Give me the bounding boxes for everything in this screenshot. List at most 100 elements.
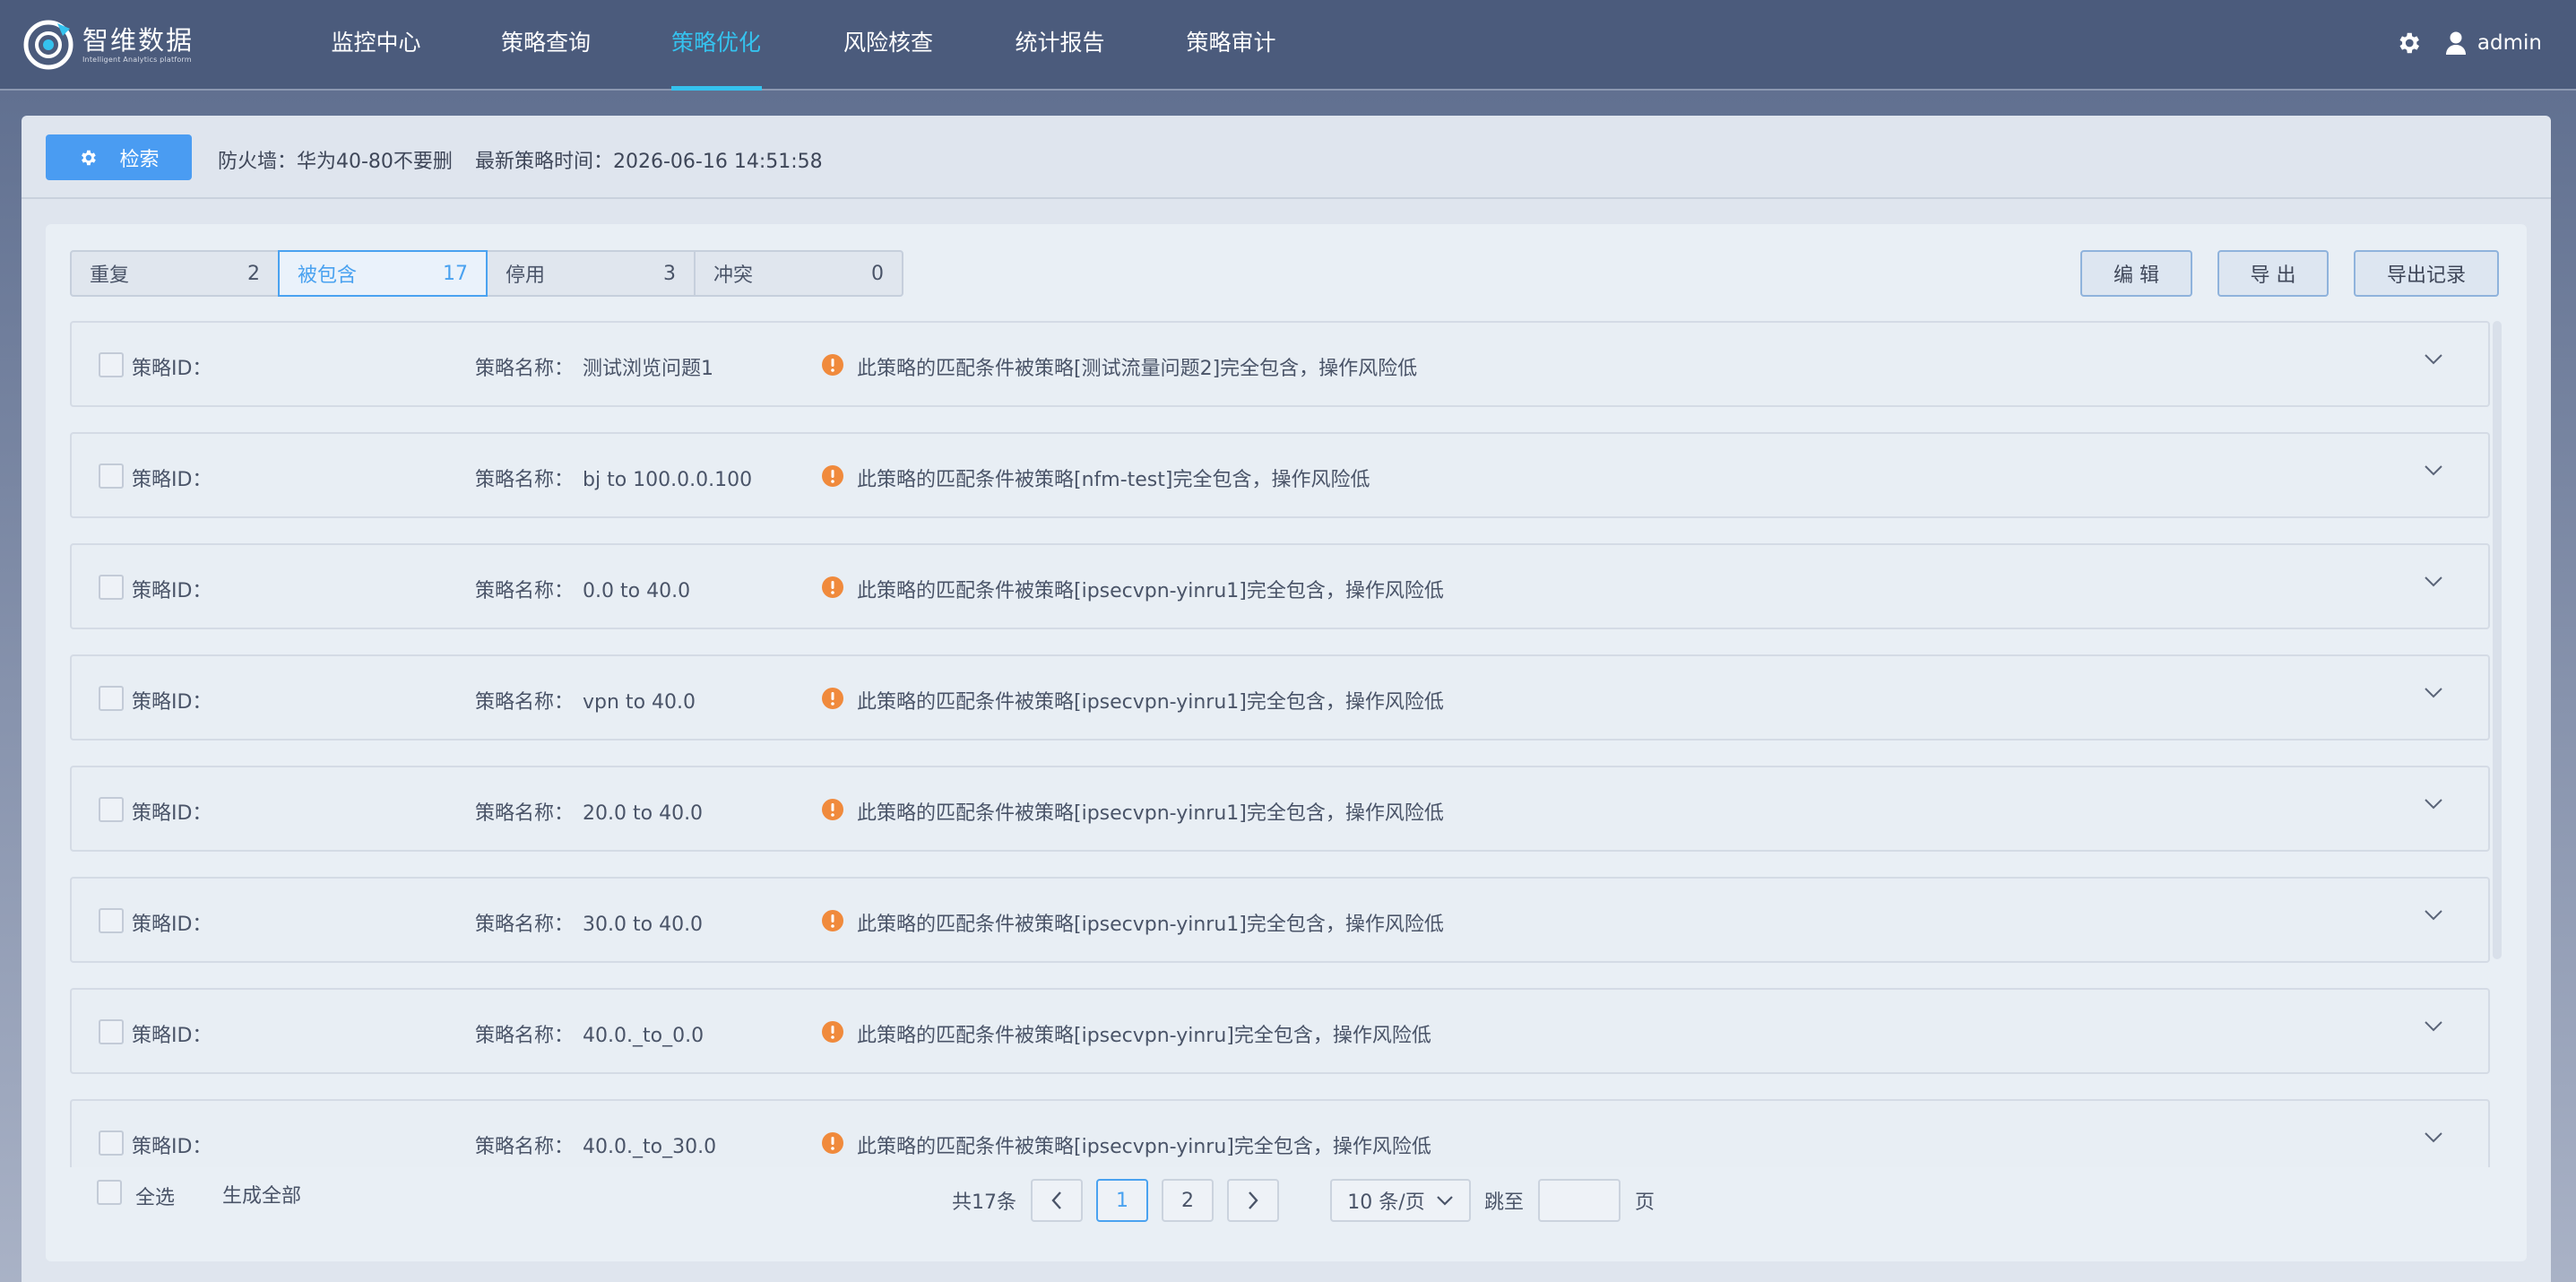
warning-icon — [822, 1021, 843, 1043]
prev-page-button[interactable] — [1031, 1179, 1083, 1222]
select-all-label[interactable]: 全选 — [135, 1182, 175, 1210]
chevron-down-icon[interactable] — [2424, 909, 2443, 922]
export-log-button[interactable]: 导出记录 — [2354, 250, 2499, 297]
nav-statistics-report[interactable]: 统计报告 — [1006, 0, 1114, 90]
page-size-select[interactable]: 10 条/页 — [1330, 1179, 1471, 1222]
policy-row[interactable]: 策略ID： 策略名称： vpn to 40.0 此策略的匹配条件被策略[ipsecvp… — [70, 654, 2490, 741]
policy-name-field: 策略名称： 0.0 to 40.0 — [475, 575, 690, 603]
row-checkbox[interactable] — [99, 1130, 124, 1156]
row-checkbox[interactable] — [99, 463, 124, 489]
policy-row[interactable]: 策略ID： 策略名称： 0.0 to 40.0 此策略的匹配条件被策略[ipsecvp… — [70, 543, 2490, 629]
page-1-button[interactable]: 1 — [1096, 1179, 1148, 1222]
nav-policy-optimization[interactable]: 策略优化 — [661, 0, 771, 90]
row-checkbox[interactable] — [99, 686, 124, 711]
tab-contained[interactable]: 被包含 17 — [278, 250, 488, 297]
page-size-value: 10 条/页 — [1347, 1191, 1425, 1214]
tab-count: 17 — [443, 262, 468, 285]
chevron-down-icon[interactable] — [2424, 576, 2443, 588]
policy-risk-message: 此策略的匹配条件被策略[测试流量问题2]完全包含，操作风险低 — [857, 358, 1418, 380]
result-card: 重复 2 被包含 17 停用 3 冲突 0 编 辑 导 出 导出记录 策略ID：… — [46, 224, 2527, 1261]
warning-icon — [822, 910, 843, 931]
policy-row[interactable]: 策略ID： 策略名称： 20.0 to 40.0 此策略的匹配条件被策略[ipsecv… — [70, 766, 2490, 852]
policy-id-label: 策略ID： — [132, 469, 212, 491]
policy-list: 策略ID： 策略名称： 测试浏览问题1 此策略的匹配条件被策略[测试流量问题2]完全包… — [70, 321, 2492, 1167]
policy-row[interactable]: 策略ID： 策略名称： bj to 100.0.0.100 此策略的匹配条件被策略[n… — [70, 432, 2490, 518]
row-checkbox[interactable] — [99, 352, 124, 377]
user-icon[interactable] — [2445, 30, 2467, 56]
policy-toolbar: 检索 防火墙：华为40-80不要删 最新策略时间：2026-06-16 14:5… — [22, 116, 2551, 199]
chevron-down-icon[interactable] — [2424, 1131, 2443, 1144]
tab-duplicate[interactable]: 重复 2 — [70, 250, 280, 297]
policy-name-value: bj to 100.0.0.100 — [583, 469, 753, 491]
policy-row[interactable]: 策略ID： 策略名称： 30.0 to 40.0 此策略的匹配条件被策略[ipsecv… — [70, 877, 2490, 963]
firewall-label: 防火墙：华为40-80不要删 — [218, 151, 453, 173]
chevron-down-icon[interactable] — [2424, 464, 2443, 477]
nav-risk-check[interactable]: 风险核查 — [834, 0, 942, 90]
policy-name-value: 40.0._to_30.0 — [583, 1136, 717, 1158]
policy-name-field: 策略名称： bj to 100.0.0.100 — [475, 463, 752, 492]
row-checkbox[interactable] — [99, 797, 124, 822]
nav-policy-query[interactable]: 策略查询 — [492, 0, 600, 90]
warning-icon — [822, 465, 843, 487]
policy-row[interactable]: 策略ID： 策略名称： 测试浏览问题1 此策略的匹配条件被策略[测试流量问题2]完全包… — [70, 321, 2490, 407]
top-navigation-bar: 智维数据 Intelligent Analytics platform 监控中心… — [0, 0, 2576, 91]
policy-name-label: 策略名称： — [475, 914, 575, 936]
select-all-checkbox[interactable] — [97, 1180, 122, 1205]
page-2-button[interactable]: 2 — [1162, 1179, 1214, 1222]
nav-policy-audit[interactable]: 策略审计 — [1177, 0, 1285, 90]
policy-name-value: 20.0 to 40.0 — [583, 802, 704, 825]
generate-all-button[interactable]: 生成全部 — [222, 1180, 301, 1208]
chevron-down-icon[interactable] — [2424, 798, 2443, 810]
policy-row[interactable]: 策略ID： 策略名称： 40.0._to_30.0 此策略的匹配条件被策略[ipsec… — [70, 1099, 2490, 1167]
search-button[interactable]: 检索 — [46, 134, 192, 180]
chevron-down-icon[interactable] — [2424, 687, 2443, 699]
tab-disabled[interactable]: 停用 3 — [486, 250, 696, 297]
tab-conflict[interactable]: 冲突 0 — [694, 250, 903, 297]
policy-name-value: 30.0 to 40.0 — [583, 914, 704, 936]
tab-label: 被包含 — [298, 264, 358, 287]
nav-active-indicator — [671, 86, 762, 91]
policy-name-field: 策略名称： 30.0 to 40.0 — [475, 908, 703, 937]
search-button-label: 检索 — [119, 148, 160, 171]
tab-label: 冲突 — [713, 264, 754, 287]
gear-icon[interactable] — [2395, 30, 2422, 56]
policy-row[interactable]: 策略ID： 策略名称： 40.0._to_0.0 此策略的匹配条件被策略[ipsecv… — [70, 988, 2490, 1074]
warning-icon — [822, 576, 843, 598]
tab-count: 3 — [663, 262, 676, 285]
total-count: 共17条 — [952, 1191, 1016, 1214]
chevron-down-icon[interactable] — [2424, 1020, 2443, 1033]
row-checkbox[interactable] — [99, 908, 124, 933]
policy-name-field: 策略名称： vpn to 40.0 — [475, 686, 696, 715]
row-checkbox[interactable] — [99, 575, 124, 600]
main-panel: 检索 防火墙：华为40-80不要删 最新策略时间：2026-06-16 14:5… — [22, 116, 2551, 1282]
row-checkbox[interactable] — [99, 1019, 124, 1044]
jump-to-label: 跳至 — [1484, 1191, 1525, 1214]
edit-button[interactable]: 编 辑 — [2080, 250, 2192, 297]
chevron-down-icon — [1436, 1196, 1453, 1206]
tab-label: 重复 — [90, 264, 130, 287]
tab-label: 停用 — [506, 264, 546, 287]
chevron-down-icon[interactable] — [2424, 353, 2443, 366]
policy-name-value: vpn to 40.0 — [583, 691, 696, 714]
list-scrollbar[interactable] — [2493, 321, 2502, 959]
chevron-left-icon — [1051, 1191, 1061, 1209]
policy-name-label: 策略名称： — [475, 469, 575, 491]
policy-id-label: 策略ID： — [132, 580, 212, 602]
next-page-button[interactable] — [1227, 1179, 1279, 1222]
policy-risk-message: 此策略的匹配条件被策略[nfm-test]完全包含，操作风险低 — [857, 469, 1370, 491]
policy-name-value: 0.0 to 40.0 — [583, 580, 691, 602]
policy-name-label: 策略名称： — [475, 580, 575, 602]
policy-name-label: 策略名称： — [475, 691, 575, 714]
logo-title: 智维数据 — [82, 25, 194, 56]
app-logo[interactable]: 智维数据 Intelligent Analytics platform — [23, 18, 194, 72]
export-button[interactable]: 导 出 — [2217, 250, 2329, 297]
chevron-right-icon — [1249, 1191, 1258, 1209]
policy-id-label: 策略ID： — [132, 358, 212, 380]
policy-name-field: 策略名称： 测试浏览问题1 — [475, 352, 713, 381]
nav-monitor-center[interactable]: 监控中心 — [321, 0, 431, 90]
latest-policy-time: 最新策略时间：2026-06-16 14:51:58 — [475, 151, 823, 173]
warning-icon — [822, 688, 843, 709]
category-tabs: 重复 2 被包含 17 停用 3 冲突 0 — [70, 250, 903, 297]
jump-page-input[interactable] — [1538, 1179, 1621, 1222]
username[interactable]: admin — [2477, 31, 2542, 55]
